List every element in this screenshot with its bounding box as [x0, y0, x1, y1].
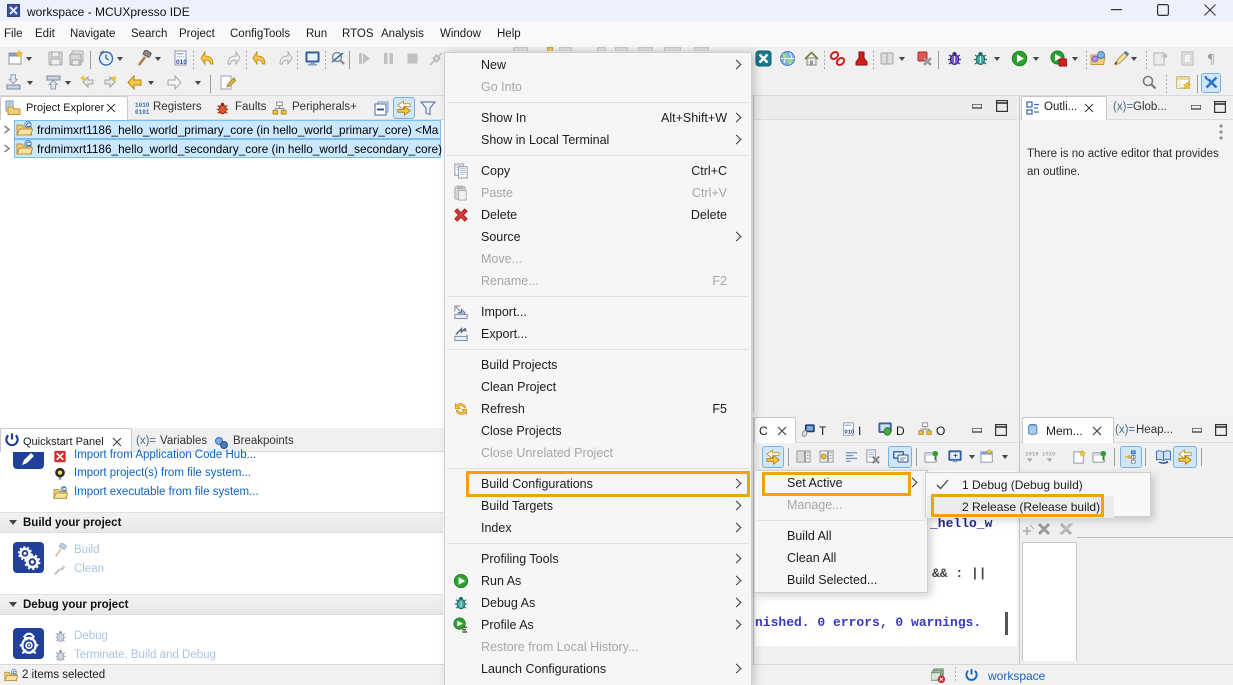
svg-text:C: C — [26, 141, 31, 148]
svg-text:C: C — [62, 487, 66, 493]
svg-text:0101: 0101 — [135, 109, 150, 115]
svg-text:010: 010 — [176, 59, 187, 66]
svg-text:1010: 1010 — [135, 102, 150, 109]
svg-text:C: C — [12, 670, 16, 676]
svg-text:1010: 1010 — [1025, 451, 1039, 458]
svg-text:010: 010 — [845, 429, 855, 435]
svg-text:1010: 1010 — [1042, 451, 1056, 458]
svg-text:C: C — [26, 122, 31, 129]
svg-text:¶: ¶ — [1208, 52, 1215, 67]
